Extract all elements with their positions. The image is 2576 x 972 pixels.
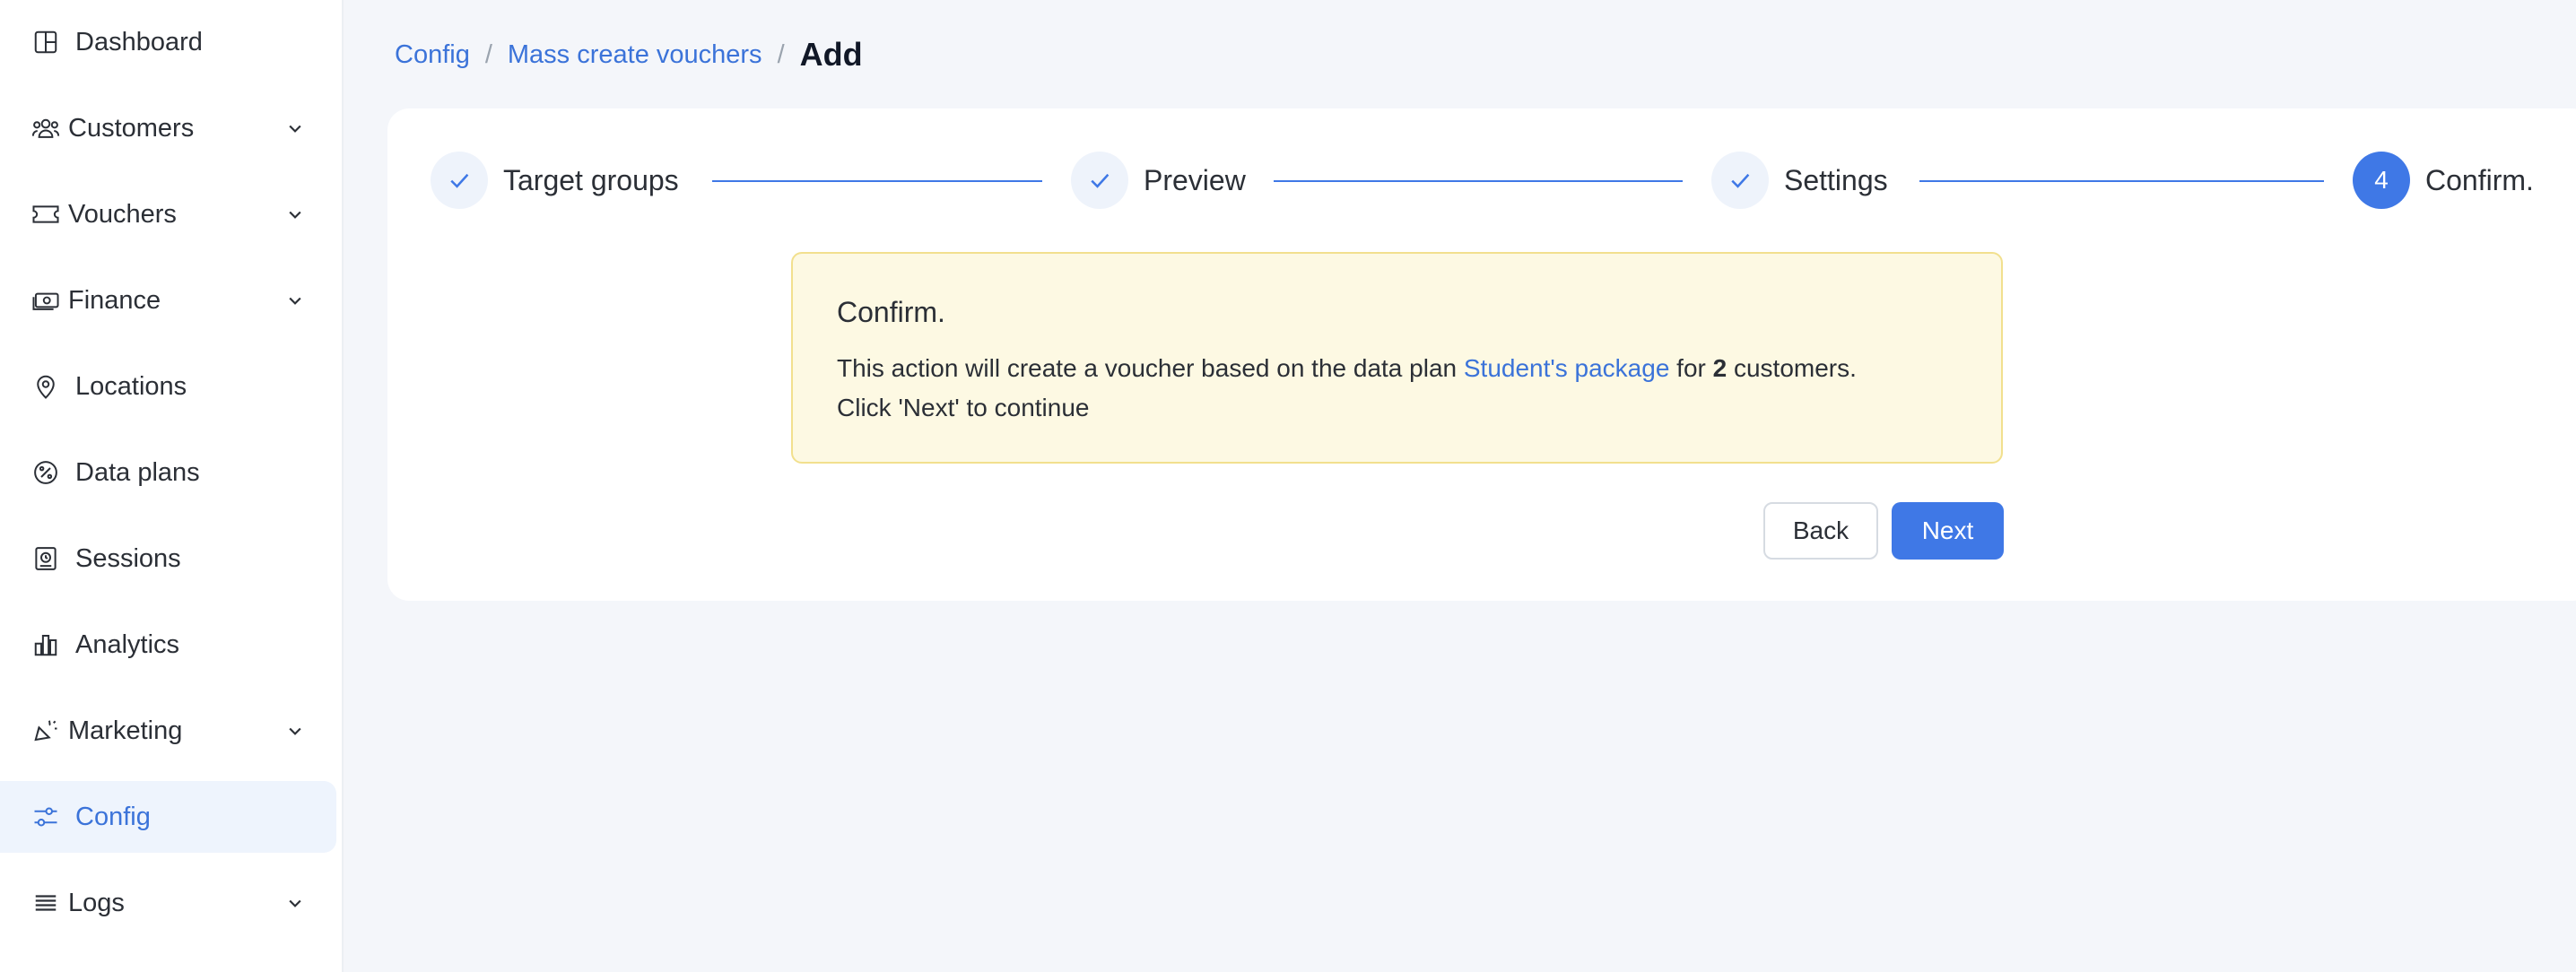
data-plan-link[interactable]: Student's package [1464,354,1670,382]
breadcrumb-separator: / [484,39,492,69]
chevron-down-icon[interactable] [284,892,306,914]
sidebar: Dashboard Customers Vouchers Finance Loc… [0,0,344,972]
sidebar-item-vouchers[interactable]: Vouchers [0,178,336,250]
step-label-preview: Preview [1144,164,1246,196]
page-title: Add [799,36,863,73]
alert-text-part: customers. [1727,354,1857,382]
chevron-down-icon[interactable] [284,720,306,742]
analytics-icon [30,629,61,660]
confirm-alert: Confirm. This action will create a vouch… [791,252,2003,464]
sidebar-item-locations[interactable]: Locations [0,351,336,422]
breadcrumb-link-mass-create-vouchers[interactable]: Mass create vouchers [508,40,762,70]
sidebar-item-marketing[interactable]: Marketing [0,695,336,767]
voucher-icon [30,199,61,230]
sidebar-item-label: Customers [68,113,195,143]
breadcrumb: Config / Mass create vouchers / Add [395,32,863,77]
sidebar-item-analytics[interactable]: Analytics [0,609,336,681]
chevron-down-icon[interactable] [284,204,306,225]
sidebar-item-sessions[interactable]: Sessions [0,523,336,594]
step-label-settings: Settings [1784,164,1888,196]
step-connector [1919,180,2324,182]
finance-icon [30,285,61,316]
step-label-confirm: Confirm. [2425,164,2534,196]
step-connector [1274,180,1683,182]
sidebar-item-label: Locations [75,371,187,401]
step-connector [712,180,1042,182]
sidebar-item-label: Vouchers [68,199,177,229]
marketing-icon [30,716,61,746]
sidebar-item-label: Finance [68,285,161,315]
sidebar-item-finance[interactable]: Finance [0,265,336,336]
alert-text-part: for [1669,354,1713,382]
config-sliders-icon [30,802,61,832]
logs-list-icon [30,888,61,918]
location-pin-icon [30,371,61,402]
sidebar-item-label: Data plans [75,457,200,487]
sidebar-item-label: Sessions [75,543,181,573]
sidebar-item-label: Dashboard [75,27,203,56]
next-button[interactable]: Next [1892,502,2004,560]
chevron-down-icon[interactable] [284,290,306,311]
sidebar-item-label: Marketing [68,716,183,745]
sidebar-item-customers[interactable]: Customers [0,92,336,164]
step-4-number-badge: 4 [2353,152,2410,209]
step-3-check-icon [1711,152,1769,209]
sidebar-item-config[interactable]: Config [0,781,336,853]
alert-text-part: This action will create a voucher based … [837,354,1464,382]
sessions-icon [30,543,61,574]
alert-message: This action will create a voucher based … [837,349,1857,428]
alert-instruction: Click 'Next' to continue [837,394,1090,421]
sidebar-item-label: Analytics [75,629,180,659]
back-button[interactable]: Back [1763,502,1878,560]
step-label-target-groups: Target groups [503,164,679,196]
sidebar-item-logs[interactable]: Logs [0,867,336,939]
breadcrumb-separator: / [777,39,785,69]
dashboard-icon [30,27,61,57]
sidebar-item-label: Logs [68,888,125,917]
breadcrumb-link-config[interactable]: Config [395,40,470,70]
chevron-down-icon[interactable] [284,117,306,139]
sidebar-item-label: Config [75,802,151,831]
sidebar-item-dashboard[interactable]: Dashboard [0,6,336,78]
data-plans-icon [30,457,61,488]
customers-icon [30,113,61,143]
step-1-check-icon [431,152,488,209]
customer-count: 2 [1712,354,1727,382]
alert-title: Confirm. [837,296,945,328]
step-2-check-icon [1071,152,1128,209]
sidebar-item-data-plans[interactable]: Data plans [0,437,336,508]
